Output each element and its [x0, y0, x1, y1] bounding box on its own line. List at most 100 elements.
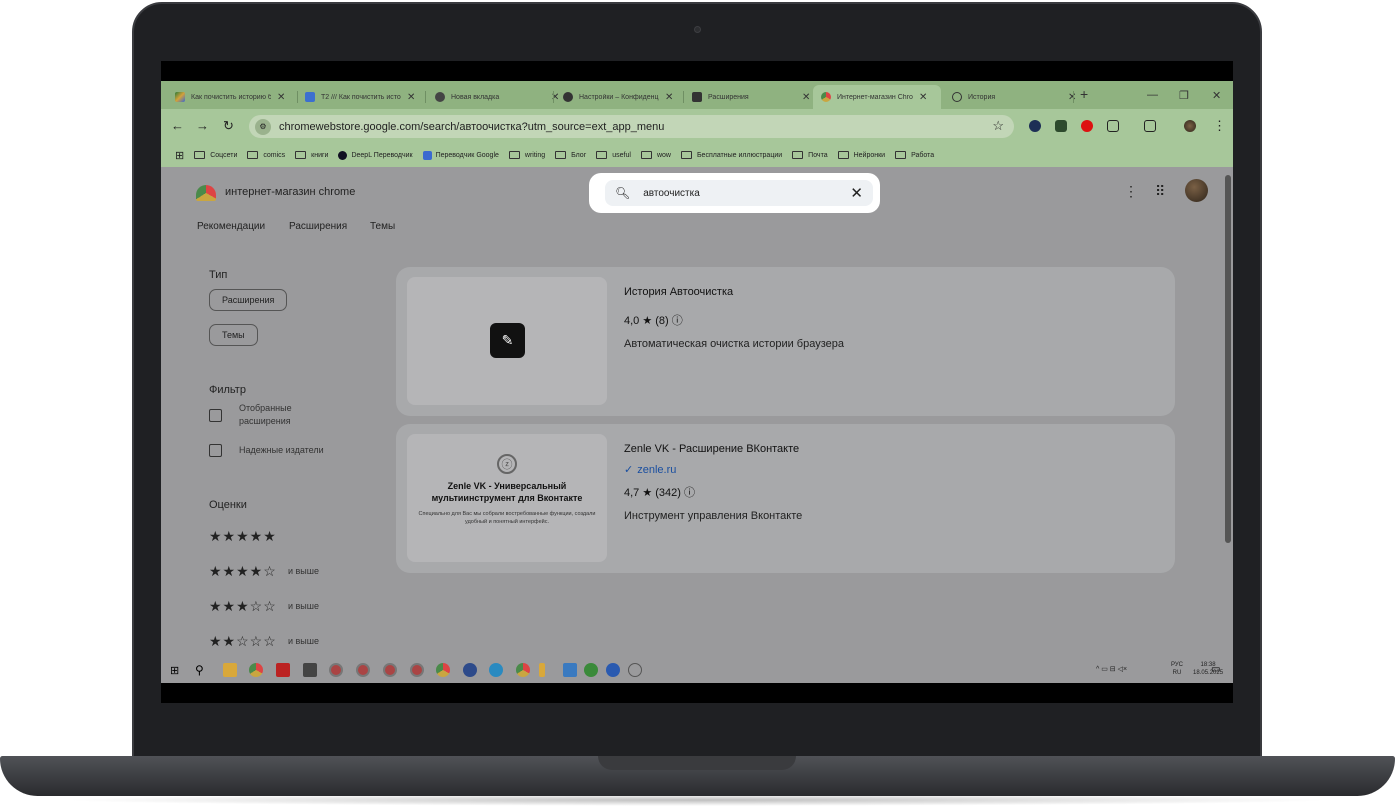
- bookmark-star-icon[interactable]: ☆: [992, 118, 1004, 134]
- chip-extensions[interactable]: Расширения: [209, 289, 288, 311]
- search-input[interactable]: 🔍︎ автоочистка ✕: [605, 180, 873, 206]
- opera-icon[interactable]: [329, 663, 343, 677]
- system-tray[interactable]: ^ ▭ ⊟ ◁×: [1096, 665, 1127, 673]
- rating-4-stars[interactable]: ★★★★☆: [209, 563, 277, 580]
- bookmark-folder[interactable]: книги: [295, 151, 328, 159]
- tab-settings[interactable]: Настройки – Конфиденци ✕: [555, 85, 673, 109]
- forward-icon[interactable]: →: [196, 118, 209, 133]
- bookmark-link[interactable]: DeepL Переводчик: [338, 150, 413, 160]
- nav-recommendations[interactable]: Рекомендации: [197, 221, 265, 232]
- new-tab-button[interactable]: +: [1080, 86, 1088, 102]
- webstore-logo[interactable]: [196, 185, 216, 201]
- calculator-icon[interactable]: [303, 663, 317, 677]
- search-box[interactable]: 🔍︎ автоочистка ✕: [589, 173, 880, 213]
- vpn-icon[interactable]: [606, 663, 620, 677]
- close-icon[interactable]: ✕: [665, 92, 673, 103]
- chrome-icon[interactable]: [436, 663, 450, 677]
- app-icon[interactable]: [563, 663, 577, 677]
- chrome-icon[interactable]: [249, 663, 263, 677]
- extension-icon[interactable]: [1029, 120, 1041, 132]
- checkbox-featured[interactable]: [209, 409, 222, 422]
- folder-icon: [792, 151, 804, 159]
- search-icon[interactable]: ⚲: [195, 663, 204, 677]
- opera-icon[interactable]: [410, 663, 424, 677]
- close-window-icon[interactable]: ✕: [1212, 89, 1221, 102]
- close-icon[interactable]: ✕: [407, 92, 415, 103]
- result-name[interactable]: Zenle VK - Расширение ВКонтакте: [624, 443, 799, 455]
- tab-webstore[interactable]: Интернет-магазин Chrom ✕: [813, 85, 941, 109]
- bookmark-folder[interactable]: Соцсети: [194, 151, 237, 159]
- rating-5-stars[interactable]: ★★★★★: [209, 528, 277, 545]
- language-indicator[interactable]: РУС RU: [1171, 661, 1183, 677]
- close-icon[interactable]: ✕: [277, 92, 285, 103]
- opera-icon[interactable]: [383, 663, 397, 677]
- more-options-icon[interactable]: ⋮: [1124, 183, 1138, 200]
- nav-extensions[interactable]: Расширения: [289, 221, 347, 232]
- scrollbar[interactable]: [1225, 175, 1231, 543]
- folder-icon: [680, 151, 692, 159]
- menu-icon[interactable]: ⋮: [1213, 118, 1226, 134]
- bookmark-folder[interactable]: comics: [247, 151, 285, 159]
- windows-start-icon[interactable]: ⊞: [170, 664, 179, 677]
- avatar[interactable]: [1185, 179, 1208, 202]
- publisher-link[interactable]: ✓ zenle.ru: [624, 463, 676, 477]
- chip-themes[interactable]: Темы: [209, 324, 258, 346]
- result-card[interactable]: ⓩ Zenle VK - Универсальный мультиинструм…: [396, 424, 1175, 573]
- rating-3-stars[interactable]: ★★★☆☆: [209, 598, 277, 615]
- telegram-icon[interactable]: [489, 663, 503, 677]
- minimize-icon[interactable]: —: [1147, 89, 1158, 101]
- bookmark-folder[interactable]: Бесплатные иллюстрации: [680, 151, 782, 159]
- opera-icon[interactable]: [356, 663, 370, 677]
- notifications-icon[interactable]: ▭: [1211, 664, 1220, 675]
- close-icon[interactable]: ✕: [919, 92, 927, 103]
- side-panel-icon[interactable]: [1144, 120, 1156, 132]
- site-info-icon[interactable]: ⚙: [255, 118, 271, 135]
- checkbox-trusted-label: Надежные издатели: [239, 445, 324, 455]
- clear-search-icon[interactable]: ✕: [850, 184, 863, 202]
- extension-icon[interactable]: [1055, 120, 1067, 132]
- torrent-icon[interactable]: [584, 663, 598, 677]
- checkbox-featured-label: Отобранные расширения: [239, 403, 292, 426]
- bookmark-label: useful: [612, 151, 631, 159]
- result-card[interactable]: ✎ История Автоочистка 4,0 ★ (8) ⓘ Автома…: [396, 267, 1175, 416]
- file-explorer-icon[interactable]: [223, 663, 237, 677]
- rating-2-stars[interactable]: ★★☆☆☆: [209, 633, 277, 650]
- folder-icon: [247, 151, 259, 159]
- bookmark-folder[interactable]: Работа: [895, 151, 934, 159]
- close-icon[interactable]: ✕: [802, 92, 810, 103]
- result-description: Автоматическая очистка истории браузера: [624, 338, 844, 350]
- puzzle-icon[interactable]: [1107, 120, 1119, 132]
- bookmark-folder[interactable]: writing: [508, 151, 545, 159]
- tab-drive[interactable]: Как почистить историю бр ✕: [167, 85, 285, 109]
- result-rating: 4,7 ★ (342) ⓘ: [624, 487, 696, 499]
- opera-icon[interactable]: [1081, 120, 1093, 132]
- result-thumbnail[interactable]: ⓩ Zenle VK - Универсальный мультиинструм…: [407, 434, 607, 562]
- profile-icon[interactable]: [1184, 120, 1196, 132]
- tab-docs[interactable]: T2 /// Как почистить исто ✕: [297, 85, 415, 109]
- bookmark-folder[interactable]: wow: [640, 151, 671, 159]
- app-icon[interactable]: [276, 663, 290, 677]
- bookmark-link[interactable]: Переводчик Google: [422, 150, 499, 160]
- chrome-icon[interactable]: [516, 663, 530, 677]
- app-icon[interactable]: [539, 663, 545, 677]
- checkbox-trusted[interactable]: [209, 444, 222, 457]
- address-bar[interactable]: ⚙ chromewebstore.google.com/search/автоо…: [249, 115, 1014, 138]
- scissors-icon[interactable]: [628, 663, 642, 677]
- reload-icon[interactable]: ↻: [223, 118, 234, 134]
- tab-extensions[interactable]: Расширения ✕: [684, 85, 810, 109]
- tab-history[interactable]: История ✕: [944, 85, 1076, 109]
- result-thumbnail[interactable]: ✎: [407, 277, 607, 405]
- bookmark-folder[interactable]: useful: [596, 151, 631, 159]
- bookmark-folder[interactable]: Почта: [792, 151, 828, 159]
- nav-themes[interactable]: Темы: [370, 221, 395, 232]
- apps-grid-icon[interactable]: ⊞: [175, 149, 184, 162]
- bookmark-folder[interactable]: Блог: [555, 151, 586, 159]
- result-name[interactable]: История Автоочистка: [624, 286, 733, 298]
- tab-new[interactable]: Новая вкладка ✕: [427, 85, 559, 109]
- apps-grid-icon[interactable]: ⠿: [1155, 183, 1165, 200]
- app-icon[interactable]: [463, 663, 477, 677]
- back-icon[interactable]: ←: [171, 118, 184, 133]
- store-title[interactable]: интернет-магазин chrome: [225, 186, 355, 198]
- bookmark-folder[interactable]: Нейронки: [837, 151, 885, 159]
- restore-icon[interactable]: ❐: [1179, 89, 1189, 102]
